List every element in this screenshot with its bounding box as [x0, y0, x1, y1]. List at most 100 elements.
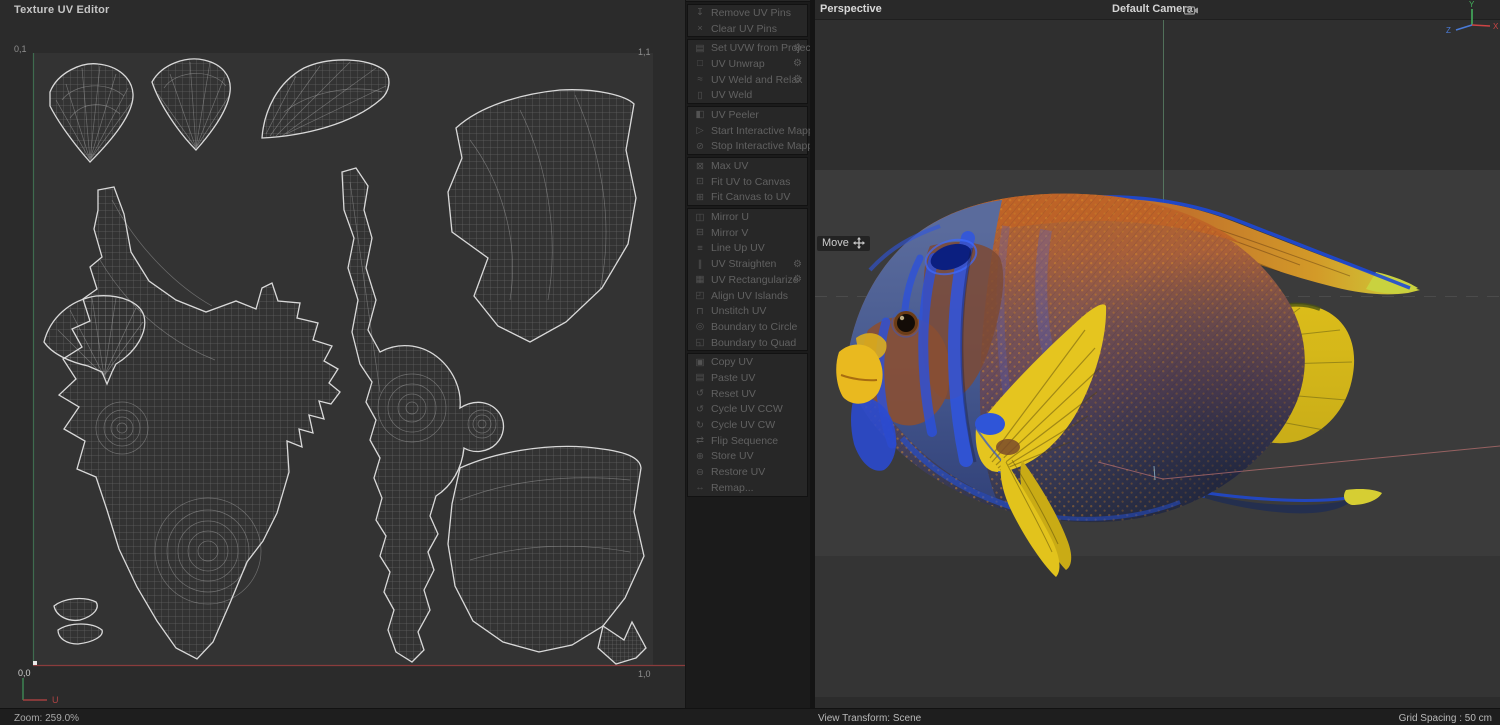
menu-item-store-uv[interactable]: ⊕ Store UV [688, 449, 807, 465]
straighten-icon: ∥ [697, 258, 703, 270]
menu-item-unstitch-uv[interactable]: ⊓ Unstitch UV [688, 303, 807, 319]
gizmo-x-axis [1471, 24, 1491, 27]
menu-item-fit-uv-to-canvas[interactable]: ⊡ Fit UV to Canvas [688, 174, 807, 190]
menu-item-label: Cycle UV CCW [711, 403, 783, 416]
gear-icon[interactable]: ⚙ [793, 274, 802, 285]
move-icon [852, 237, 865, 249]
gizmo-z-axis [1455, 24, 1473, 31]
menu-item-label: Fit Canvas to UV [711, 191, 791, 204]
weld-icon: ▯ [697, 89, 703, 101]
menu-item-label: Unstitch UV [711, 305, 767, 318]
fit-canvas-icon: ⊞ [696, 191, 704, 203]
menu-item-uv-straighten[interactable]: ∥ UV Straighten ⚙ [688, 256, 807, 272]
uv-menu: ↧ Remove UV Pins × Clear UV Pins ▤ Set UVW fr… [686, 0, 828, 708]
menu-item-uv-weld[interactable]: ▯ UV Weld [688, 87, 807, 103]
menu-item-label: UV Weld and Relax [711, 73, 803, 86]
projection-icon: ▤ [695, 42, 705, 54]
move-tool-label: Move [822, 237, 849, 249]
peeler-icon: ◧ [695, 109, 705, 121]
menu-item-uv-weld-and-relax[interactable]: ≈ UV Weld and Relax ⚙ [688, 72, 807, 88]
clear-pins-icon: × [697, 23, 703, 35]
move-tool-indicator[interactable]: Move [817, 236, 870, 251]
menu-item-mirror-v[interactable]: ⊟ Mirror V [688, 225, 807, 241]
menu-item-flip-sequence[interactable]: ⇄ Flip Sequence [688, 433, 807, 449]
menu-item-max-uv[interactable]: ⊠ Max UV [688, 158, 807, 174]
viewport-view-selector[interactable]: Perspective [820, 3, 882, 15]
viewport-camera-selector[interactable]: Default Camera [1112, 3, 1193, 15]
menu-item-label: Mirror U [711, 211, 749, 224]
menu-item-label: Flip Sequence [711, 434, 779, 447]
axis-gizmo: Y Z X [1446, 0, 1499, 35]
max-uv-icon: ⊠ [696, 160, 704, 172]
menu-item-line-up-uv[interactable]: ≡ Line Up UV [688, 241, 807, 257]
menu-item-start-interactive-mapping[interactable]: ▷ Start Interactive Mapping [688, 123, 827, 139]
menu-item-uv-rectangularize[interactable]: ▦ UV Rectangularize ⚙ [688, 272, 807, 288]
viewport-scene[interactable] [815, 0, 1500, 708]
gear-icon[interactable]: ⚙ [793, 259, 802, 270]
weld-relax-icon: ≈ [697, 74, 703, 86]
boundary-circle-icon: ◎ [695, 321, 705, 333]
menu-item-label: Restore UV [711, 466, 766, 479]
anal-fin-tip [1344, 489, 1382, 505]
stop-icon: ⊘ [696, 140, 704, 152]
flip-icon: ⇄ [696, 435, 704, 447]
menu-item-mirror-u[interactable]: ◫ Mirror U [688, 209, 807, 225]
menu-item-label: Cycle UV CW [711, 419, 776, 432]
restore-icon: ⊖ [696, 466, 704, 478]
menu-item-align-uv-islands[interactable]: ◰ Align UV Islands [688, 288, 807, 304]
menu-item-reset-uv[interactable]: ↺ Reset UV [688, 386, 807, 402]
menu-item-label: Remap... [711, 481, 754, 494]
menu-item-copy-uv[interactable]: ▣ Copy UV [688, 354, 807, 370]
menu-item-label: UV Peeler [711, 108, 759, 121]
uv-island [447, 89, 637, 343]
menu-item-stop-interactive-mapping[interactable]: ⊘ Stop Interactive Mapping [688, 139, 827, 155]
menu-item-uv-unwrap[interactable]: □ UV Unwrap ⚙ [688, 56, 807, 72]
menu-item-label: Copy UV [711, 356, 754, 369]
menu-item-boundary-to-circle[interactable]: ◎ Boundary to Circle [688, 319, 807, 335]
uv-island [151, 58, 231, 151]
uv-axis-gizmo: U [22, 678, 59, 705]
uv-islands[interactable] [43, 58, 647, 665]
uv-corner-bottom-left: 0,0 [18, 668, 31, 678]
menu-item-uv-peeler[interactable]: ◧ UV Peeler [688, 107, 807, 123]
gear-icon[interactable]: ⚙ [793, 58, 802, 69]
menu-item-label: Mirror V [711, 226, 749, 239]
menu-item-fit-canvas-to-uv[interactable]: ⊞ Fit Canvas to UV [688, 190, 807, 206]
pectoral-base-spot [975, 413, 1005, 435]
reset-icon: ↺ [696, 388, 704, 400]
uv-islands-graphic[interactable]: U [0, 0, 686, 708]
gizmo-z-label: Z [1446, 26, 1451, 35]
menu-item-label: Clear UV Pins [711, 22, 777, 35]
cycle-ccw-icon: ↺ [696, 403, 704, 415]
angelfish-model[interactable] [836, 193, 1420, 577]
menu-item-clear-uv-pins[interactable]: × Clear UV Pins [688, 21, 807, 37]
perspective-viewport[interactable]: Perspective Default Camera Move Y Z X [815, 0, 1500, 708]
camera-icon[interactable] [1183, 3, 1199, 17]
menu-item-restore-uv[interactable]: ⊖ Restore UV [688, 464, 807, 480]
gizmo-x-label: X [1493, 22, 1499, 31]
uv-origin-handle[interactable] [33, 661, 37, 665]
gear-icon[interactable]: ⚙ [793, 43, 802, 54]
menu-item-remove-uv-pins[interactable]: ↧ Remove UV Pins [688, 5, 807, 21]
menu-item-label: Line Up UV [711, 242, 765, 255]
uv-island [597, 620, 647, 665]
menu-item-boundary-to-quad[interactable]: ◱ Boundary to Quad [688, 335, 807, 351]
menu-item-cycle-uv-cw[interactable]: ↻ Cycle UV CW [688, 417, 807, 433]
uv-zoom-readout: Zoom: 259.0% [14, 713, 80, 724]
menu-item-label: Store UV [711, 450, 754, 463]
menu-item-remap[interactable]: ↔ Remap... [688, 480, 807, 496]
play-icon: ▷ [696, 125, 704, 137]
menu-item-label: Fit UV to Canvas [711, 175, 791, 188]
status-bar: Zoom: 259.0% View Transform: Scene Grid … [0, 708, 1500, 725]
menu-group: ◫ Mirror U ⊟ Mirror V ≡ Line Up UV ∥ UV Straigh… [687, 208, 808, 352]
uv-corner-top-right: 1,1 [638, 47, 651, 57]
menu-item-cycle-uv-ccw[interactable]: ↺ Cycle UV CCW [688, 402, 807, 418]
menu-group: ◧ UV Peeler ▷ Start Interactive Mapping ⊘ Sto… [687, 106, 828, 156]
view-transform-readout: View Transform: Scene [818, 713, 922, 724]
cycle-cw-icon: ↻ [696, 419, 704, 431]
menu-item-label: UV Weld [711, 89, 753, 102]
menu-item-set-uvw-from-projection[interactable]: ▤ Set UVW from Projection ⚙ [688, 40, 828, 56]
menu-item-paste-uv[interactable]: ▤ Paste UV [688, 370, 807, 386]
gear-icon[interactable]: ⚙ [793, 74, 802, 85]
menu-item-label: Boundary to Circle [711, 320, 798, 333]
